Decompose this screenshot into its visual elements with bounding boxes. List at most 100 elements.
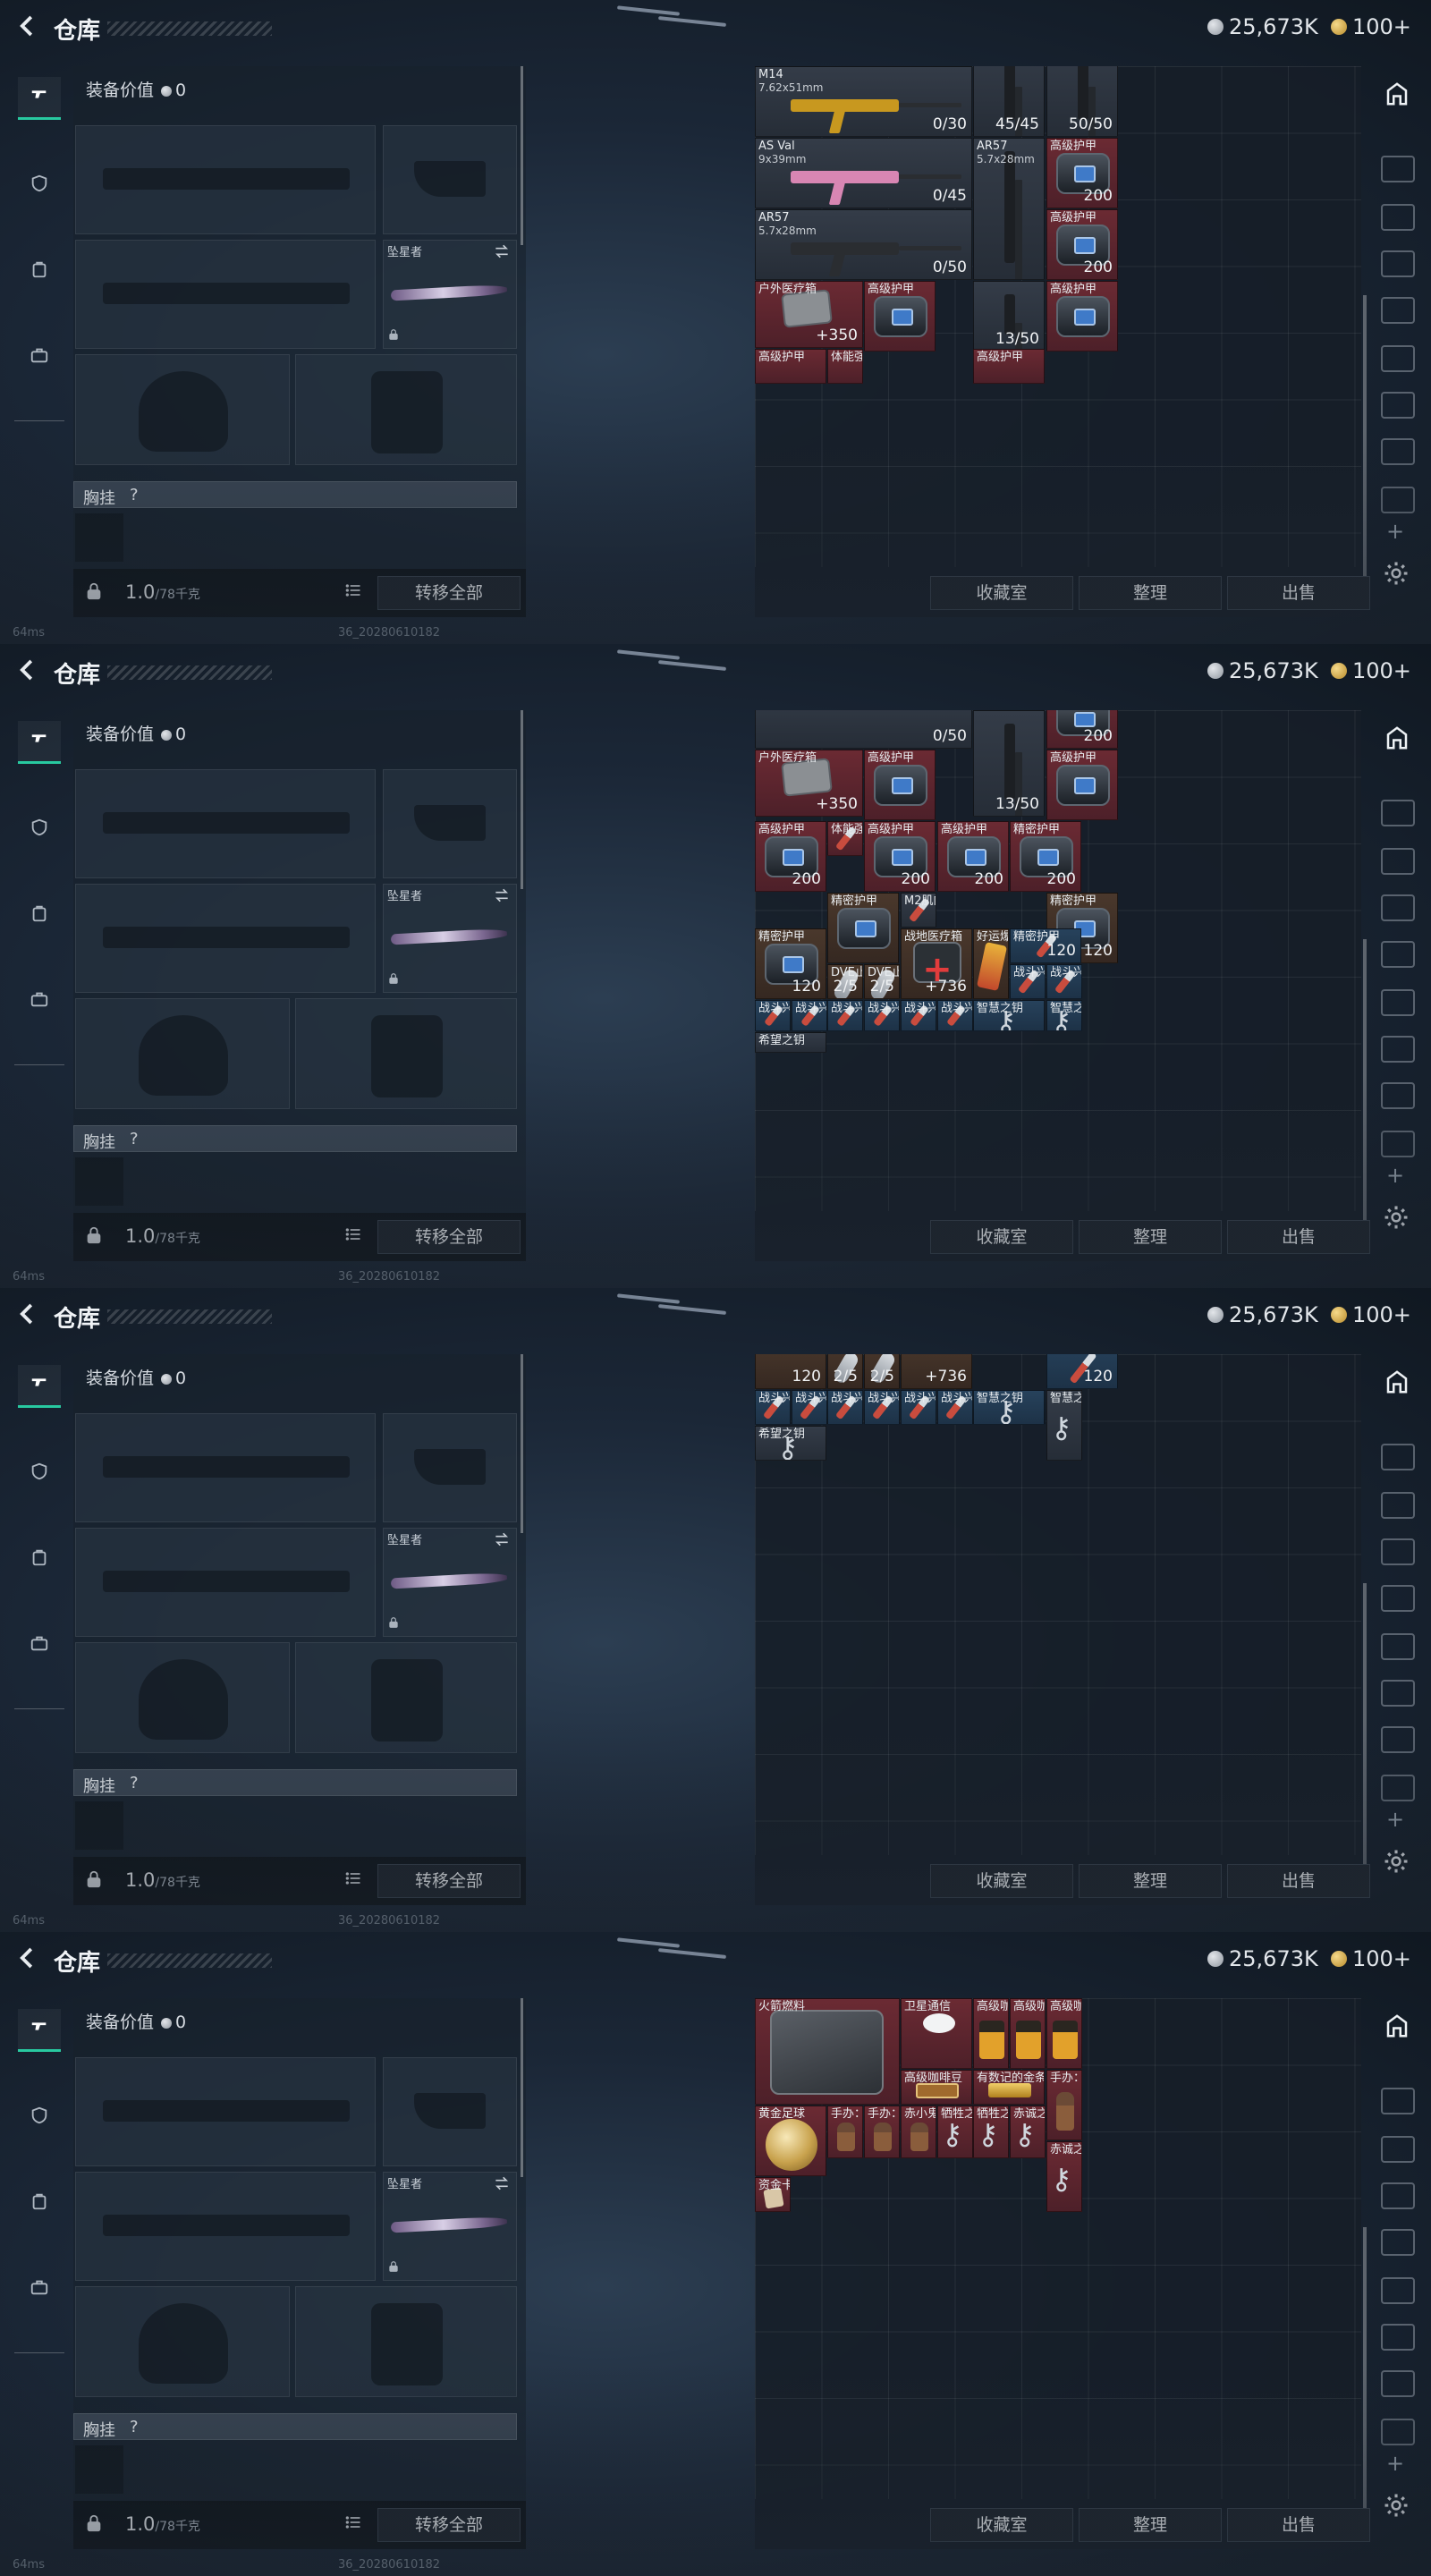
rail-case[interactable] <box>18 982 61 1025</box>
storage-page-3[interactable] <box>1381 894 1415 921</box>
swap-icon[interactable] <box>493 242 511 265</box>
gold-currency[interactable]: 100+ <box>1331 14 1411 39</box>
pistol-slot[interactable] <box>383 125 517 234</box>
storage-page-6[interactable] <box>1381 1680 1415 1707</box>
gear-icon[interactable] <box>1383 560 1410 594</box>
collection-button[interactable]: 收藏室 <box>930 1864 1073 1898</box>
storage-item[interactable]: 精密护甲 <box>827 893 899 963</box>
add-page-icon[interactable]: + <box>1386 1163 1404 1188</box>
storage-item[interactable]: 13/50 <box>973 710 1045 817</box>
storage-item[interactable]: 120 <box>755 1354 826 1389</box>
gold-currency[interactable]: 100+ <box>1331 658 1411 683</box>
storage-item[interactable]: 高级护甲 <box>973 349 1045 384</box>
storage-page-5[interactable] <box>1381 2277 1415 2304</box>
swap-icon[interactable] <box>493 1530 511 1553</box>
transfer-all-button[interactable]: 转移全部 <box>377 1220 521 1254</box>
storage-item[interactable]: ⚷牺牲之钥 <box>973 2106 1009 2158</box>
storage-item[interactable]: 高级护甲 200 <box>1046 209 1118 280</box>
storage-page-6[interactable] <box>1381 392 1415 419</box>
storage-item[interactable]: 120 <box>1046 1354 1118 1389</box>
storage-item[interactable]: 战斗兴奋剂 <box>827 1390 863 1425</box>
rail-backpack[interactable] <box>18 2184 61 2227</box>
storage-page-5[interactable] <box>1381 345 1415 372</box>
storage-item[interactable]: 战斗兴奋剂 <box>864 1390 900 1425</box>
chest-rig-slot[interactable]: 胸挂? <box>73 481 517 508</box>
back-icon[interactable] <box>14 657 41 689</box>
gear-icon[interactable] <box>1383 1204 1410 1238</box>
storage-item[interactable]: 高级护甲 200 <box>755 821 826 892</box>
chest-help-icon[interactable]: ? <box>130 2418 139 2436</box>
storage-item[interactable]: 高级护甲 <box>1046 750 1118 820</box>
storage-item[interactable]: 战斗兴奋剂 <box>792 1000 827 1031</box>
storage-page-7[interactable] <box>1381 1082 1415 1109</box>
helmet-slot[interactable] <box>75 354 290 465</box>
add-page-icon[interactable]: + <box>1386 2451 1404 2476</box>
rail-case[interactable] <box>18 2270 61 2313</box>
storage-item[interactable]: 战斗兴奋剂 <box>755 1000 791 1031</box>
storage-page-2[interactable] <box>1381 1492 1415 1519</box>
storage-item[interactable]: 战斗兴奋剂 <box>937 1390 973 1425</box>
pistol-slot[interactable] <box>383 2057 517 2166</box>
storage-item[interactable]: 精密护甲 120 <box>1010 928 1081 963</box>
primary-weapon-slot[interactable] <box>75 769 376 878</box>
helmet-slot[interactable] <box>75 998 290 1109</box>
storage-item[interactable]: AS Val 9x39mm 0/45 <box>755 138 972 208</box>
home-icon[interactable] <box>1379 2012 1415 2048</box>
loadout-scrollbar[interactable] <box>521 66 523 245</box>
storage-item[interactable]: 高级护甲 <box>1046 281 1118 352</box>
storage-page-5[interactable] <box>1381 989 1415 1016</box>
storage-item[interactable]: 赤小鬼 <box>901 2106 936 2158</box>
organize-button[interactable]: 整理 <box>1079 576 1222 610</box>
storage-item[interactable]: 0/50 <box>755 710 972 749</box>
storage-item[interactable]: 高级咖啡豆 <box>1010 1998 1046 2069</box>
armor-slot[interactable] <box>295 354 517 465</box>
chest-help-icon[interactable]: ? <box>130 486 139 504</box>
storage-item[interactable]: 45/45 <box>973 66 1045 137</box>
storage-item[interactable]: 手办：劳拉 <box>827 2106 863 2158</box>
home-icon[interactable] <box>1379 724 1415 760</box>
storage-page-4[interactable] <box>1381 941 1415 968</box>
rail-case[interactable] <box>18 1626 61 1669</box>
storage-page-3[interactable] <box>1381 1538 1415 1565</box>
loadout-scrollbar[interactable] <box>521 1998 523 2177</box>
storage-item[interactable]: M14 7.62x51mm 0/30 <box>755 66 972 137</box>
list-icon[interactable] <box>340 1868 367 1894</box>
storage-item[interactable]: 高级护甲 <box>755 349 826 384</box>
storage-item[interactable]: 战斗兴奋剂 <box>792 1390 827 1425</box>
storage-item[interactable]: ⚷智慧之钥 <box>973 1000 1045 1031</box>
list-icon[interactable] <box>340 2512 367 2538</box>
storage-item[interactable]: 精密护甲 200 <box>1010 821 1081 892</box>
storage-item[interactable]: ⚷ 赤诚之钥 <box>1046 2141 1082 2212</box>
storage-item[interactable]: AR57 5.7x28mm 0/50 <box>755 209 972 280</box>
storage-page-1[interactable] <box>1381 2088 1415 2114</box>
storage-item[interactable]: 体能强化剂 <box>827 821 863 856</box>
storage-item[interactable]: 希望之钥 <box>755 1032 826 1053</box>
storage-page-2[interactable] <box>1381 848 1415 875</box>
storage-item[interactable]: 卫星通信 <box>901 1998 972 2069</box>
gold-currency[interactable]: 100+ <box>1331 1946 1411 1971</box>
storage-item[interactable]: DVE止疼片2/5 <box>827 964 863 999</box>
rail-case[interactable] <box>18 338 61 381</box>
rail-armor[interactable] <box>18 1454 61 1497</box>
storage-item[interactable]: 体能强化剂 <box>827 349 863 384</box>
sell-button[interactable]: 出售 <box>1227 576 1370 610</box>
home-icon[interactable] <box>1379 80 1415 116</box>
storage-scrollbar[interactable] <box>1363 2227 1367 2531</box>
storage-item[interactable]: 户外医疗箱 +350 <box>755 750 863 817</box>
storage-item[interactable]: 战斗兴奋剂 <box>901 1000 936 1031</box>
storage-page-4[interactable] <box>1381 2229 1415 2256</box>
secondary-weapon-slot[interactable] <box>75 1528 376 1637</box>
pistol-slot[interactable] <box>383 769 517 878</box>
melee-slot[interactable]: 坠星者 <box>383 240 517 349</box>
helmet-slot[interactable] <box>75 2286 290 2397</box>
transfer-all-button[interactable]: 转移全部 <box>377 2508 521 2542</box>
collection-button[interactable]: 收藏室 <box>930 1220 1073 1254</box>
back-icon[interactable] <box>14 1945 41 1977</box>
storage-item[interactable]: +736 <box>901 1354 972 1389</box>
storage-item[interactable]: ⚷智慧之钥 <box>1046 1390 1082 1461</box>
storage-item[interactable]: 户外医疗箱 +350 <box>755 281 863 348</box>
armor-slot[interactable] <box>295 1642 517 1753</box>
melee-slot[interactable]: 坠星者 <box>383 1528 517 1637</box>
gold-currency[interactable]: 100+ <box>1331 1302 1411 1327</box>
chest-help-icon[interactable]: ? <box>130 1130 139 1148</box>
